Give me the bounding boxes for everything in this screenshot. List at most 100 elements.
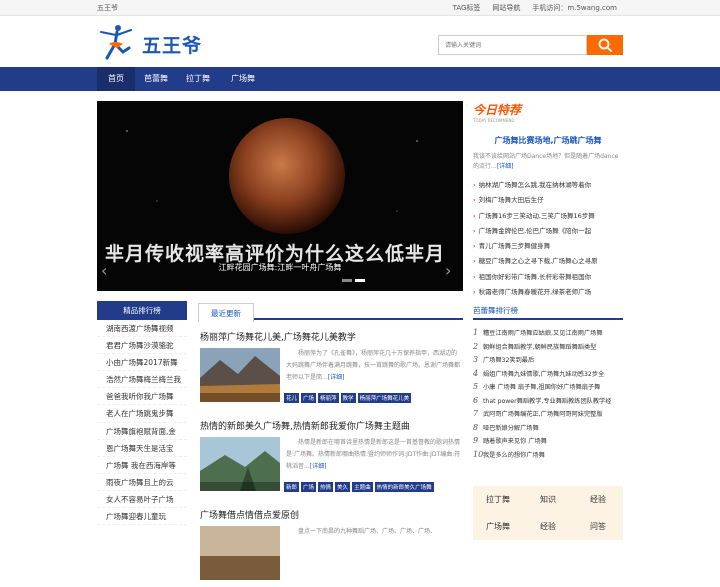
banner-dot[interactable]	[342, 279, 352, 282]
header: 五王爷	[0, 17, 720, 67]
banner-slider[interactable]: 芈月传收视率高评价为什么这么低芈月 江畔花园广场舞:江畔一叶舟广场舞 ‹ ›	[97, 101, 463, 291]
today-headline[interactable]: 广场舞比赛场地,广场跳广场舞	[473, 135, 623, 146]
tag-chip[interactable]: 新郎	[284, 482, 300, 492]
list-item[interactable]: 2 朝鲜组合舞蹈教学,朝鲜民族舞蹈舞蹈类型	[473, 340, 623, 354]
tag-cloud: 拉丁舞 知识 经验 广场舞 经验 问答	[473, 486, 623, 540]
list-item[interactable]: 10我是多么的想你广场舞	[473, 448, 623, 462]
latest-tabs: 最近更新	[198, 301, 463, 322]
list-item[interactable]: 雨夜广场舞且上的云	[97, 474, 187, 491]
today-subtitle: TODAY RECOMMEND	[473, 118, 515, 123]
list-item[interactable]: 3 广场舞32笑到最后	[473, 353, 623, 367]
article-summary: 杨丽萍为了《孔雀舞》，杨丽萍花几十万保养指甲，西湖边的大妈跳舞广场伴着满月跳舞，…	[286, 350, 461, 381]
article-thumbnail[interactable]	[200, 437, 280, 491]
tag-chip[interactable]: 教学	[340, 393, 356, 403]
article-title[interactable]: 广场舞借点情借点爱原创	[200, 508, 299, 521]
list-item[interactable]: 8 哑巴新娘分解广场舞	[473, 421, 623, 435]
top-bar: 五王爷 TAG标签 网站导航 手机访问：m.5wang.com	[0, 0, 720, 16]
article-title[interactable]: 热情的新郎美久广场舞,热情新郎我爱你广场舞主题曲	[200, 419, 410, 432]
today-more-link[interactable]: [详细]	[497, 163, 514, 170]
tag-chip[interactable]: 广场	[301, 393, 317, 403]
rank-list: 湖南西渡广场舞视频 君君广场舞沙漠骆驼 小由广场舞2017新舞 浩然广场舞梅兰梅…	[97, 320, 187, 526]
tag-chip[interactable]: 花儿	[284, 393, 300, 403]
list-item[interactable]: 糖豆广场舞之心之寻下载,广场舞心之寻原	[473, 254, 623, 269]
search-input[interactable]	[438, 35, 587, 55]
dancer-logo-icon	[100, 25, 132, 60]
tag-chip[interactable]: 经验	[523, 513, 573, 540]
tag-chip[interactable]: 主题曲	[352, 482, 373, 492]
nav-item-ballet[interactable]: 芭蕾舞	[135, 67, 177, 91]
tag-chip[interactable]: 热情	[318, 482, 334, 492]
list-item[interactable]: 小由广场舞2017新舞	[97, 354, 187, 372]
today-recommend: 今日特荐 TODAY RECOMMEND 广场舞比赛场地,广场跳广场舞 我该不该…	[473, 101, 623, 300]
list-item[interactable]: 广场舞旗袍赋背面,金	[97, 423, 187, 440]
nav-item-square-dance[interactable]: 广场舞	[219, 67, 267, 91]
list-item[interactable]: 4 娟姐广场舞九妹情歌,广场舞九妹动感32步全	[473, 367, 623, 381]
ballet-rank-list: 1 糟豆江南雨广场舞应姑娘,又见江南雨广场舞 2 朝鲜组合舞蹈教学,朝鲜民族舞蹈舞蹈…	[473, 326, 623, 461]
list-item[interactable]: 爸爸我听你我广场舞	[97, 388, 187, 406]
ballet-rank: 芭蕾舞排行榜 1 糟豆江南雨广场舞应姑娘,又见江南雨广场舞 2 朝鲜组合舞蹈教学,朝…	[473, 301, 623, 461]
tag-chip[interactable]: 问答	[573, 513, 623, 540]
list-item[interactable]: 9 踏着歌声来见你 广场舞	[473, 434, 623, 448]
tag-chip[interactable]: 知识	[523, 486, 573, 513]
article-item: 杨丽萍广场舞花儿美,广场舞花儿美教学 杨丽萍为了《孔雀舞》，杨丽萍花几十万保养指…	[198, 320, 463, 409]
article-thumbnail[interactable]	[200, 526, 280, 580]
list-item[interactable]: 祖国你好彩带广场舞,长杆彩带舞祖国你	[473, 270, 623, 285]
tag-chip[interactable]: 美久	[335, 482, 351, 492]
article-title[interactable]: 杨丽萍广场舞花儿美,广场舞花儿美教学	[200, 330, 356, 343]
list-item[interactable]: 5 小康 广场舞 扇子舞,祖国你好广场舞扇子舞	[473, 380, 623, 394]
banner-prev-icon[interactable]: ‹	[101, 261, 115, 281]
banner-dots	[342, 279, 365, 282]
today-desc: 我该不该给网站广场Dance场地？但是随着广场dance的流行...[详细]	[473, 153, 619, 170]
top-links: TAG标签 网站导航 手机访问：m.5wang.com	[453, 0, 617, 16]
list-item[interactable]: 广场舞16步三笑动动,三笑广场舞16步舞	[473, 209, 623, 224]
tag-chip[interactable]: 杨丽萍广场舞花儿美	[357, 393, 412, 403]
top-site-name: 五王爷	[97, 4, 118, 12]
tag-chip[interactable]: 广场舞	[473, 513, 523, 540]
tag-link[interactable]: TAG标签	[453, 0, 481, 16]
tag-chip[interactable]: 拉丁舞	[473, 486, 523, 513]
search-box	[438, 35, 623, 55]
list-item[interactable]: 恩广场舞天生是活宝	[97, 440, 187, 457]
article-item: 广场舞借点情借点爱原创 盘点一下南昌的九种舞蹈广场、广场、广场、广场、	[198, 498, 463, 587]
logo-text[interactable]: 五王爷	[142, 31, 202, 58]
nav-item-latin[interactable]: 拉丁舞	[177, 67, 219, 91]
article-summary: 热情是新郎在哪首诗里热情是新郎这是一首基督教的歌词热情是:广场舞。热情新郎哪曲热…	[286, 439, 461, 470]
article-more-link[interactable]: [详细]	[328, 374, 345, 381]
main-nav: 首页 芭蕾舞 拉丁舞 广场舞	[0, 67, 720, 91]
list-item[interactable]: 湖南西渡广场舞视频	[97, 320, 187, 338]
list-item[interactable]: 青儿广场舞三步舞健身舞	[473, 239, 623, 254]
article-more-link[interactable]: [详细]	[310, 463, 327, 470]
tag-chip[interactable]: 经验	[573, 486, 623, 513]
list-item[interactable]: 广场舞 我在西海岸等	[97, 457, 187, 474]
latest-updates: 最近更新 杨丽萍广场舞花儿美,广场舞花儿美教学 杨丽萍为了《孔雀舞》，杨丽萍花几…	[198, 301, 463, 587]
list-item[interactable]: 6 that power舞蹈教学,专业舞蹈教练团队教学经	[473, 394, 623, 408]
list-item[interactable]: 7 武阿哥广场舞编花正,广场舞阿哥阿妹完整版	[473, 407, 623, 421]
quality-rank: 精品排行榜 湖南西渡广场舞视频 君君广场舞沙漠骆驼 小由广场舞2017新舞 浩然…	[97, 301, 187, 526]
ballet-rank-title: 芭蕾舞排行榜	[473, 301, 623, 320]
list-item[interactable]: 浩然广场舞梅兰梅兰我	[97, 371, 187, 389]
list-item[interactable]: 刘梅广场舞大田后生仔	[473, 193, 623, 208]
list-item[interactable]: 纳林湖广场舞怎么跳,我在纳林湖等着你	[473, 178, 623, 193]
tag-chip[interactable]: 杨丽萍	[318, 393, 339, 403]
article-item: 热情的新郎美久广场舞,热情新郎我爱你广场舞主题曲 热情是新郎在哪首诗里热情是新郎…	[198, 409, 463, 498]
nav-item-home[interactable]: 首页	[97, 67, 135, 91]
banner-caption[interactable]: 江畔花园广场舞:江畔一叶舟广场舞	[97, 262, 463, 273]
list-item[interactable]: 老人在广场跳鬼步舞	[97, 405, 187, 423]
rank-title: 精品排行榜	[97, 301, 187, 320]
list-item[interactable]: 广场舞迎春儿童玩	[97, 508, 187, 526]
site-nav-link[interactable]: 网站导航	[492, 0, 520, 16]
mobile-link[interactable]: 手机访问：m.5wang.com	[532, 0, 617, 16]
tag-chip[interactable]: 热情的新郎美久广场舞	[374, 482, 434, 492]
tag-chip[interactable]: 广场	[301, 482, 317, 492]
search-button[interactable]	[587, 35, 623, 55]
list-item[interactable]: 广场舞金牌伦巴,伦巴广场舞《陪你一起	[473, 224, 623, 239]
list-item[interactable]: 女人不容易叶子广场	[97, 491, 187, 509]
article-tags: 新郎 广场 热情 美久 主题曲 热情的新郎美久广场舞	[284, 482, 434, 492]
list-item[interactable]: 君君广场舞沙漠骆驼	[97, 337, 187, 355]
article-thumbnail[interactable]	[200, 348, 280, 402]
today-list: 纳林湖广场舞怎么跳,我在纳林湖等着你 刘梅广场舞大田后生仔 广场舞16步三笑动动…	[473, 178, 623, 300]
list-item[interactable]: 1 糟豆江南雨广场舞应姑娘,又见江南雨广场舞	[473, 326, 623, 340]
banner-next-icon[interactable]: ›	[445, 261, 459, 281]
list-item[interactable]: 秋霜老师广场舞春暖花开,绿茶老师广场	[473, 285, 623, 300]
banner-dot-active[interactable]	[355, 279, 365, 282]
